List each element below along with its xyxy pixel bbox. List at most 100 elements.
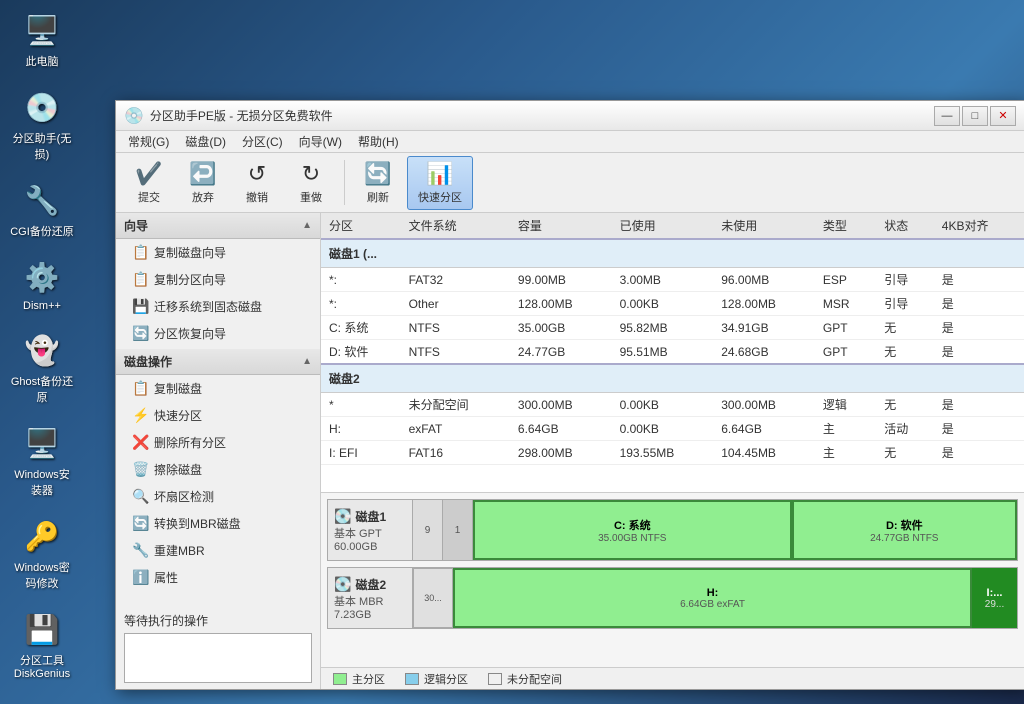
sidebar-item-properties[interactable]: ℹ️ 属性 — [116, 564, 320, 591]
d2p2-name: H: — [321, 417, 401, 441]
d1p2-fs: Other — [401, 292, 510, 316]
partition-table[interactable]: 分区 文件系统 容量 已使用 未使用 类型 状态 4KB对齐 — [321, 213, 1024, 492]
copy-disk2-label: 复制磁盘 — [154, 380, 202, 397]
col-filesystem: 文件系统 — [401, 213, 510, 239]
d1p3-used: 95.82MB — [612, 316, 714, 340]
disk1-visual-name: 💽 磁盘1 — [334, 508, 386, 525]
table-row[interactable]: *: Other 128.00MB 0.00KB 128.00MB MSR 引导… — [321, 292, 1024, 316]
copy-part-icon: 📋 — [132, 271, 148, 288]
table-row[interactable]: H: exFAT 6.64GB 0.00KB 6.64GB 主 活动 是 — [321, 417, 1024, 441]
desktop-icon-dism[interactable]: ⚙️ Dism++ — [10, 257, 74, 312]
d1p1-used: 3.00MB — [612, 268, 714, 292]
disk2-part-h[interactable]: H: 6.64GB exFAT — [453, 568, 972, 628]
title-bar-left: 💿 分区助手PE版 - 无损分区免费软件 — [124, 106, 333, 126]
quick-partition-label: 快速分区 — [418, 189, 462, 205]
legend-primary: 主分区 — [333, 671, 385, 687]
sidebar-item-to-mbr[interactable]: 🔄 转换到MBR磁盘 — [116, 510, 320, 537]
legend-unalloc-label: 未分配空间 — [507, 671, 562, 687]
d1p4-name: D: 软件 — [321, 340, 401, 365]
menu-partition[interactable]: 分区(C) — [234, 131, 291, 152]
table-row[interactable]: * 未分配空间 300.00MB 0.00KB 300.00MB 逻辑 无 是 — [321, 393, 1024, 417]
d2p2-fs: exFAT — [401, 417, 510, 441]
sidebar-item-bad-sector[interactable]: 🔍 坏扇区检测 — [116, 483, 320, 510]
winpasswd-label: Windows密码修改 — [10, 559, 74, 591]
disk2-part-i[interactable]: I:... 29... — [972, 568, 1017, 628]
table-row[interactable]: D: 软件 NTFS 24.77GB 95.51MB 24.68GB GPT 无… — [321, 340, 1024, 365]
disk2-part-unalloc[interactable]: 30... — [413, 568, 453, 628]
to-mbr-label: 转换到MBR磁盘 — [154, 515, 241, 532]
sidebar-item-delete-all[interactable]: ❌ 删除所有分区 — [116, 429, 320, 456]
menu-general[interactable]: 常规(G) — [120, 131, 177, 152]
undo-icon: ↺ — [248, 161, 266, 187]
d2p2-align: 是 — [934, 417, 1024, 441]
sidebar-item-copy-part[interactable]: 📋 复制分区向导 — [116, 266, 320, 293]
d1p2-align: 是 — [934, 292, 1024, 316]
col-partition: 分区 — [321, 213, 401, 239]
d2p2-used: 0.00KB — [612, 417, 714, 441]
disk1-part-1[interactable]: 9 — [413, 500, 443, 560]
desktop-icon-diskgenius[interactable]: 💾 分区工具DiskGenius — [10, 609, 74, 680]
disk1-part-d[interactable]: D: 软件 24.77GB NTFS — [792, 500, 1017, 560]
d2p2-free: 6.64GB — [713, 417, 815, 441]
col-type: 类型 — [815, 213, 876, 239]
sidebar-item-quick-part[interactable]: ⚡ 快速分区 — [116, 402, 320, 429]
submit-icon: ✔️ — [135, 161, 162, 187]
d1p2-status: 引导 — [876, 292, 934, 316]
sidebar-item-wipe-disk[interactable]: 🗑️ 擦除磁盘 — [116, 456, 320, 483]
desktop-icon-ghost[interactable]: 👻 Ghost备份还原 — [10, 330, 74, 405]
table-header-row: 分区 文件系统 容量 已使用 未使用 类型 状态 4KB对齐 — [321, 213, 1024, 239]
redo-icon: ↻ — [302, 161, 320, 187]
desktop-icon-wininstall[interactable]: 🖥️ Windows安装器 — [10, 423, 74, 498]
rebuild-mbr-label: 重建MBR — [154, 542, 205, 559]
toolbar-refresh[interactable]: 🔄 刷新 — [353, 156, 403, 210]
desktop-icon-cgi[interactable]: 🔧 CGI备份还原 — [10, 180, 74, 239]
d1p2-name: *: — [321, 292, 401, 316]
legend-unalloc: 未分配空间 — [488, 671, 562, 687]
maximize-button[interactable]: □ — [962, 106, 988, 126]
disk1-parts: 9 1 C: 系统 35.00GB NTFS D: 软件 24.77GB NTF… — [413, 500, 1017, 560]
sidebar-item-migrate-ssd[interactable]: 💾 迁移系统到固态磁盘 — [116, 293, 320, 320]
menu-wizard[interactable]: 向导(W) — [291, 131, 350, 152]
table-row[interactable]: I: EFI FAT16 298.00MB 193.55MB 104.45MB … — [321, 441, 1024, 465]
d2p3-fs: FAT16 — [401, 441, 510, 465]
sidebar-item-rebuild-mbr[interactable]: 🔧 重建MBR — [116, 537, 320, 564]
wininstall-label: Windows安装器 — [10, 466, 74, 498]
d1p1-size: 99.00MB — [510, 268, 612, 292]
d2p3-used: 193.55MB — [612, 441, 714, 465]
toolbar-undo[interactable]: ↺ 撤销 — [232, 156, 282, 210]
cgi-icon: 🔧 — [22, 180, 62, 220]
window-title: 分区助手PE版 - 无损分区免费软件 — [150, 107, 333, 124]
toolbar-quick-partition[interactable]: 📊 快速分区 — [407, 156, 473, 210]
d2p3-size: 298.00MB — [510, 441, 612, 465]
d1p3-align: 是 — [934, 316, 1024, 340]
sidebar-item-copy-disk[interactable]: 📋 复制磁盘向导 — [116, 239, 320, 266]
disk-ops-arrow: ▲ — [302, 356, 312, 367]
desktop-icon-this-pc[interactable]: 🖥️ 此电脑 — [10, 10, 74, 69]
d1p4-used: 95.51MB — [612, 340, 714, 365]
toolbar-discard[interactable]: ↩️ 放弃 — [178, 156, 228, 210]
table-row[interactable]: *: FAT32 99.00MB 3.00MB 96.00MB ESP 引导 是 — [321, 268, 1024, 292]
table-row[interactable]: C: 系统 NTFS 35.00GB 95.82MB 34.91GB GPT 无… — [321, 316, 1024, 340]
desktop-icon-partition[interactable]: 💿 分区助手(无损) — [10, 87, 74, 162]
close-button[interactable]: ✕ — [990, 106, 1016, 126]
disk2-label-row: 磁盘2 — [321, 364, 1024, 393]
minimize-button[interactable]: — — [934, 106, 960, 126]
sidebar-header-guide[interactable]: 向导 ▲ — [116, 213, 320, 239]
desktop-icon-winpasswd[interactable]: 🔑 Windows密码修改 — [10, 516, 74, 591]
disk1-part-2[interactable]: 1 — [443, 500, 473, 560]
undo-label: 撤销 — [246, 189, 268, 205]
sidebar-item-restore-part[interactable]: 🔄 分区恢复向导 — [116, 320, 320, 347]
sidebar-item-copy-disk2[interactable]: 📋 复制磁盘 — [116, 375, 320, 402]
disk1-part-c[interactable]: C: 系统 35.00GB NTFS — [473, 500, 792, 560]
d2p1-align: 是 — [934, 393, 1024, 417]
d2p2-size: 6.64GB — [510, 417, 612, 441]
sidebar-header-disk-ops[interactable]: 磁盘操作 ▲ — [116, 349, 320, 375]
toolbar-submit[interactable]: ✔️ 提交 — [124, 156, 174, 210]
properties-label: 属性 — [154, 569, 178, 586]
menu-disk[interactable]: 磁盘(D) — [177, 131, 234, 152]
toolbar-redo[interactable]: ↻ 重做 — [286, 156, 336, 210]
menu-help[interactable]: 帮助(H) — [350, 131, 407, 152]
d2p1-type: 逻辑 — [815, 393, 876, 417]
quick-part-label: 快速分区 — [154, 407, 202, 424]
d1p3-fs: NTFS — [401, 316, 510, 340]
